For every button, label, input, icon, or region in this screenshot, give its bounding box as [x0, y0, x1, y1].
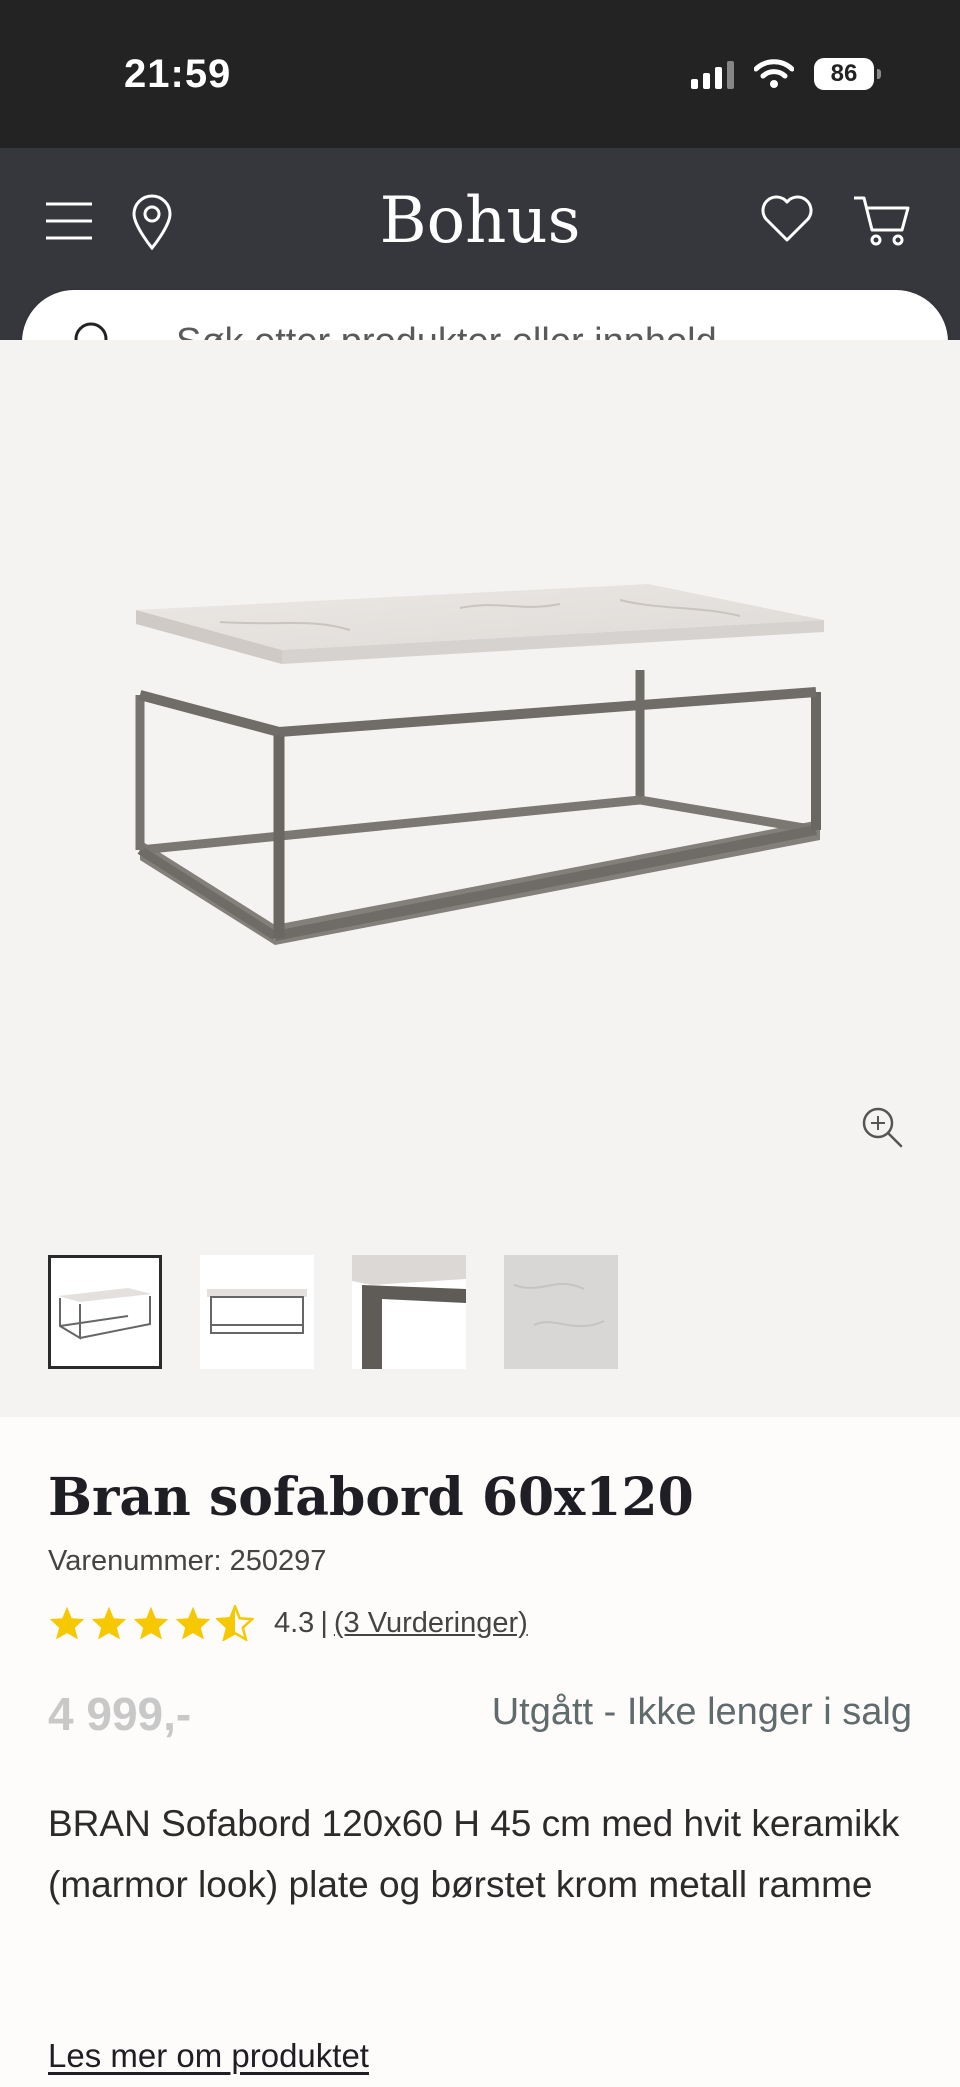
battery-level: 86	[830, 60, 858, 87]
cart-icon[interactable]	[852, 194, 912, 248]
zoom-in-icon[interactable]	[860, 1105, 904, 1149]
star-icon	[175, 1606, 211, 1640]
availability-status: Utgått - Ikke lenger i salg	[491, 1691, 912, 1733]
battery-icon: 86	[814, 58, 881, 90]
rating-stars	[48, 1605, 254, 1641]
thumbnail-3[interactable]	[352, 1255, 466, 1369]
star-icon	[133, 1606, 169, 1640]
status-indicators: 86	[691, 56, 881, 92]
read-more-link[interactable]: Les mer om produktet	[48, 2037, 369, 2075]
thumbnail-strip	[48, 1255, 618, 1369]
product-image[interactable]	[100, 560, 840, 960]
thumbnail-4[interactable]	[504, 1255, 618, 1369]
status-bar: 21:59 86	[0, 0, 960, 148]
product-info: Bran sofabord 60x120 Varenummer: 250297 …	[0, 1417, 960, 2087]
product-price: 4 999,-	[48, 1688, 192, 1740]
star-icon	[91, 1606, 127, 1640]
star-icon	[49, 1606, 85, 1640]
bohus-logo[interactable]: Bohus	[0, 184, 960, 258]
product-title: Bran sofabord 60x120	[48, 1467, 694, 1528]
product-sku: Varenummer: 250297	[48, 1545, 327, 1577]
product-description: BRAN Sofabord 120x60 H 45 cm med hvit ke…	[48, 1803, 900, 1905]
product-rating: 4.3 | (3 Vurderinger)	[48, 1605, 528, 1641]
wifi-icon	[754, 59, 794, 88]
thumbnail-2[interactable]	[200, 1255, 314, 1369]
reviews-link[interactable]: (3 Vurderinger)	[334, 1607, 528, 1640]
heart-icon[interactable]	[760, 194, 814, 244]
product-gallery	[0, 340, 960, 1417]
signal-icon	[691, 59, 734, 89]
star-half-icon	[216, 1605, 254, 1641]
rating-separator: |	[320, 1606, 328, 1639]
thumbnail-1[interactable]	[48, 1255, 162, 1369]
rating-value: 4.3	[274, 1606, 315, 1639]
status-time: 21:59	[124, 52, 232, 96]
